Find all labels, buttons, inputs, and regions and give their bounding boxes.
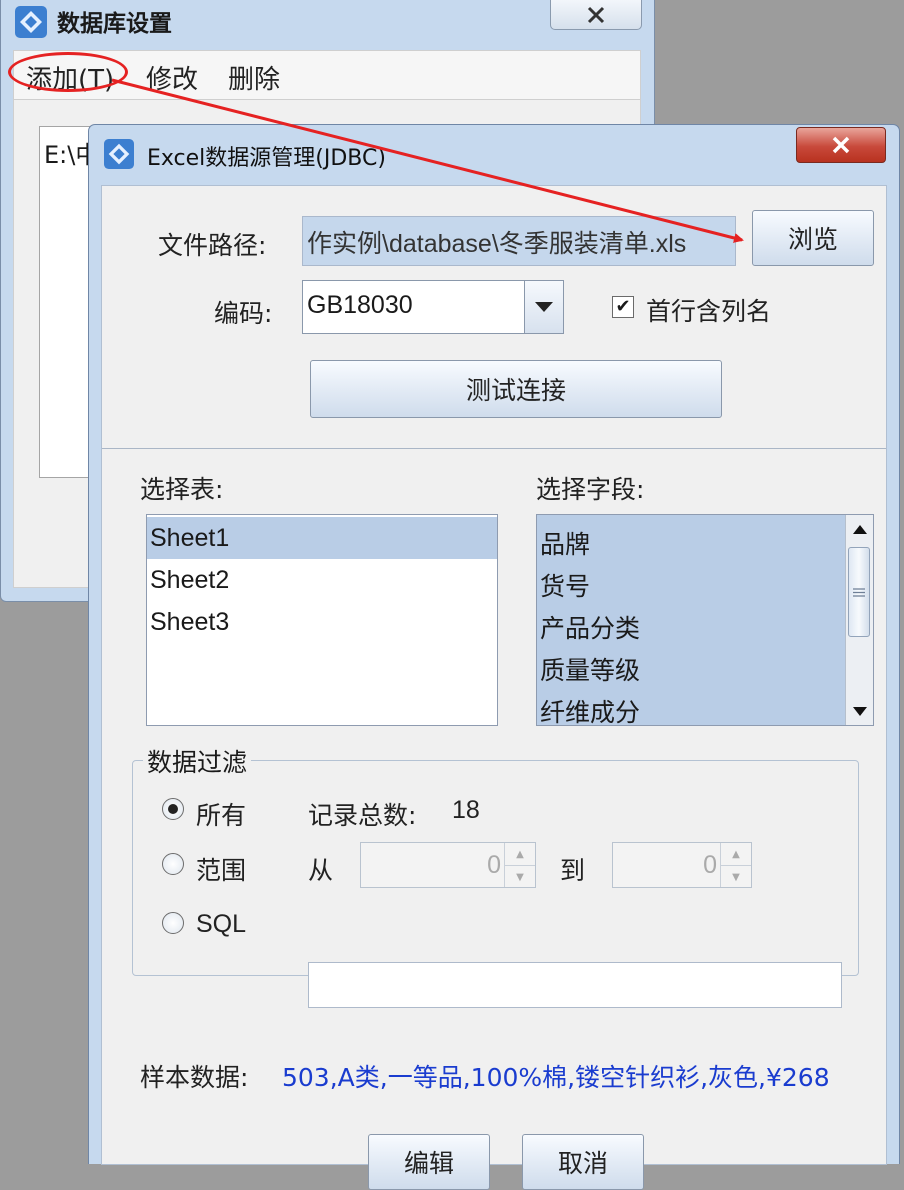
annotation-arrow [111,78,744,243]
